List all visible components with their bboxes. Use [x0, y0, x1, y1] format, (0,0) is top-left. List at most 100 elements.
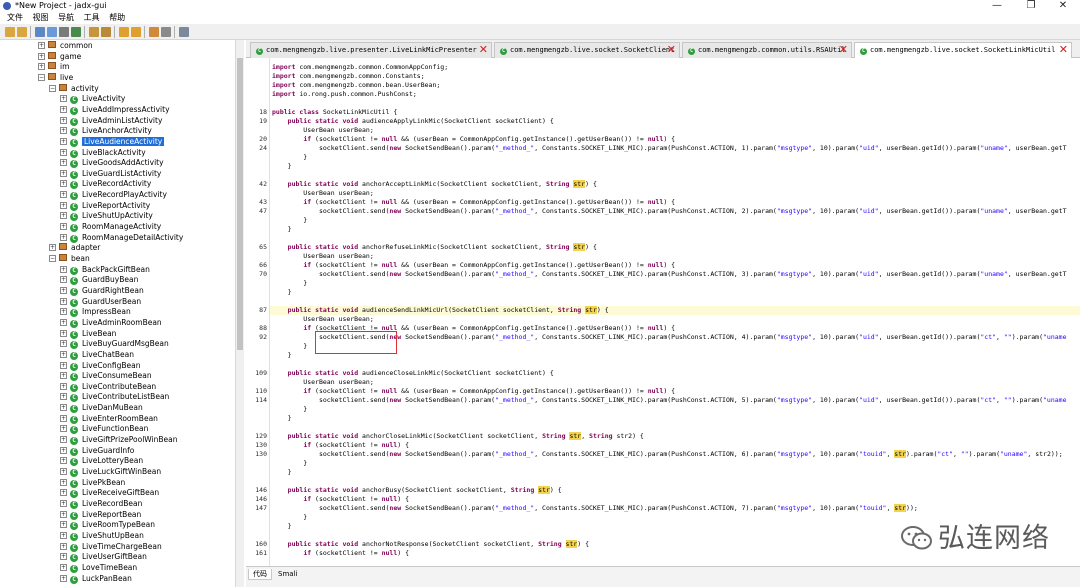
code-line[interactable]: }: [272, 216, 307, 225]
code-line[interactable]: public static void anchorCloseLinkMic(So…: [272, 432, 644, 441]
tree-class-node[interactable]: + C LiveGuardInfo: [60, 446, 134, 456]
tree-package-node[interactable]: + common: [38, 41, 93, 51]
tree-class-node[interactable]: + C LiveGoodsAddActivity: [60, 158, 164, 169]
expand-icon[interactable]: +: [60, 329, 67, 337]
tree-class-node[interactable]: + C LiveLotteryBean: [60, 456, 143, 467]
close-tab-icon[interactable]: ✕: [479, 44, 488, 56]
tree-class-node[interactable]: + C LiveEnterRoomBean: [60, 414, 158, 424]
expand-icon[interactable]: +: [60, 414, 67, 422]
code-line[interactable]: UserBean userBean;: [272, 378, 373, 387]
expand-icon[interactable]: +: [60, 574, 67, 582]
close-window-button[interactable]: ✕: [1046, 0, 1080, 12]
tree-class-node[interactable]: + C LiveRecordActivity: [60, 179, 151, 190]
tree-class-node[interactable]: + C LiveUserGiftBean: [60, 552, 147, 563]
tree-package-node[interactable]: + game: [38, 51, 81, 62]
code-line[interactable]: import com.mengmengzb.common.bean.UserBe…: [272, 81, 440, 90]
tree-class-node[interactable]: + C LiveShutUpBean: [60, 531, 144, 541]
close-tab-icon[interactable]: ✕: [667, 44, 676, 56]
code-line[interactable]: }: [272, 513, 307, 522]
expand-icon[interactable]: +: [60, 318, 67, 326]
code-line[interactable]: if (socketClient != null && (userBean = …: [272, 387, 675, 396]
code-line[interactable]: }: [272, 459, 307, 468]
tree-class-node[interactable]: + C LiveGiftPrizePoolWinBean: [60, 435, 177, 446]
export-icon[interactable]: [47, 27, 57, 37]
tree-class-node[interactable]: + C LiveGuardListActivity: [60, 169, 161, 179]
expand-icon[interactable]: +: [60, 457, 67, 465]
menu-help[interactable]: 帮助: [109, 12, 125, 24]
code-line[interactable]: public static void audienceCloseLinkMic(…: [272, 369, 554, 378]
search-icon[interactable]: [89, 27, 99, 37]
expand-icon[interactable]: +: [60, 191, 67, 199]
code-line[interactable]: }: [272, 288, 292, 297]
code-line[interactable]: import com.mengmengzb.common.CommonAppCo…: [272, 63, 448, 72]
code-line[interactable]: }: [272, 522, 292, 531]
expand-icon[interactable]: +: [60, 382, 67, 390]
code-line[interactable]: if (socketClient != null && (userBean = …: [272, 198, 675, 207]
close-tab-icon[interactable]: ✕: [839, 44, 848, 56]
code-line[interactable]: }: [272, 351, 292, 360]
menu-view[interactable]: 视图: [33, 12, 49, 24]
expand-icon[interactable]: +: [60, 159, 67, 167]
code-line[interactable]: public static void anchorBusy(SocketClie…: [272, 486, 562, 495]
expand-icon[interactable]: +: [60, 276, 67, 284]
log-icon[interactable]: [161, 27, 171, 37]
tree-class-node[interactable]: + C LiveConfigBean: [60, 361, 141, 371]
tree-class-node[interactable]: + C GuardUserBean: [60, 297, 141, 307]
expand-icon[interactable]: +: [60, 521, 67, 529]
code-line[interactable]: UserBean userBean;: [272, 252, 373, 261]
code-line[interactable]: if (socketClient != null && (userBean = …: [272, 135, 675, 144]
expand-icon[interactable]: +: [60, 468, 67, 475]
expand-icon[interactable]: +: [60, 350, 67, 358]
tree-class-node[interactable]: + C LiveAnchorActivity: [60, 126, 152, 137]
tree-package-node[interactable]: − activity: [49, 83, 99, 94]
open-folder-icon[interactable]: [5, 27, 15, 37]
code-line[interactable]: }: [272, 468, 292, 477]
save-all-icon[interactable]: [35, 27, 45, 37]
expand-icon[interactable]: +: [60, 425, 67, 433]
tree-class-node[interactable]: + C LiveContributeListBean: [60, 392, 169, 403]
code-line[interactable]: if (socketClient != null) {: [272, 441, 409, 450]
expand-icon[interactable]: +: [60, 393, 67, 401]
tree-class-node[interactable]: + C ImpressBean: [60, 307, 131, 318]
tab-smali[interactable]: Smali: [274, 569, 301, 579]
code-line[interactable]: if (socketClient != null) {: [272, 549, 409, 558]
tree-class-node[interactable]: + C LiveRecordBean: [60, 499, 142, 509]
project-tree[interactable]: + common + game + im − live − activity + C LiveActiv…: [0, 40, 235, 587]
tab-socket-client[interactable]: Ccom.mengmengzb.live.socket.SocketClient…: [494, 42, 680, 58]
expand-icon[interactable]: +: [38, 42, 45, 49]
tree-class-node[interactable]: + C LiveShutUpActivity: [60, 211, 153, 222]
tree-class-node[interactable]: + C LiveBean: [60, 329, 116, 339]
code-line[interactable]: public static void audienceSendLinkMicUr…: [272, 306, 609, 315]
expand-icon[interactable]: +: [60, 340, 67, 348]
tree-class-node[interactable]: + C GuardBuyBean: [60, 275, 138, 286]
expand-icon[interactable]: +: [60, 116, 67, 124]
tree-package-node[interactable]: + adapter: [49, 243, 100, 253]
tree-class-node[interactable]: + C LiveBuyGuardMsgBean: [60, 339, 169, 350]
code-line[interactable]: }: [272, 279, 307, 288]
code-line[interactable]: public static void anchorAcceptLinkMic(S…: [272, 180, 597, 189]
tree-class-node[interactable]: + C LiveReceiveGiftBean: [60, 488, 159, 499]
collapse-icon[interactable]: −: [49, 84, 56, 92]
expand-icon[interactable]: +: [60, 233, 67, 241]
preferences-icon[interactable]: [179, 27, 189, 37]
expand-icon[interactable]: +: [60, 180, 67, 188]
expand-icon[interactable]: +: [60, 478, 67, 486]
code-line[interactable]: socketClient.send(new SocketSendBean().p…: [272, 396, 1067, 405]
code-line[interactable]: if (socketClient != null && (userBean = …: [272, 261, 675, 270]
code-line[interactable]: }: [272, 225, 292, 234]
tab-code[interactable]: 代码: [248, 569, 272, 580]
tree-class-node[interactable]: + C GuardRightBean: [60, 286, 144, 296]
code-editor[interactable]: 18 19 20 24 42 43 47 65 66 70 87 88 92 109 110 114 129 13…: [246, 58, 1080, 566]
tree-class-node[interactable]: + C LiveAdminRoomBean: [60, 318, 162, 328]
expand-icon[interactable]: +: [60, 510, 67, 518]
code-line[interactable]: public static void anchorRefuseLinkMic(S…: [272, 243, 597, 252]
forward-arrow-icon[interactable]: [131, 27, 141, 37]
code-line[interactable]: socketClient.send(new SocketSendBean().p…: [272, 504, 918, 513]
sync-icon[interactable]: [59, 27, 69, 37]
tree-class-node[interactable]: + C BackPackGiftBean: [60, 265, 150, 275]
code-line[interactable]: socketClient.send(new SocketSendBean().p…: [272, 270, 1067, 279]
expand-icon[interactable]: +: [60, 95, 67, 103]
code-line[interactable]: public static void audienceApplyLinkMic(…: [272, 117, 554, 126]
expand-icon[interactable]: +: [60, 148, 67, 156]
tree-class-node[interactable]: + C LiveContributeBean: [60, 382, 156, 392]
